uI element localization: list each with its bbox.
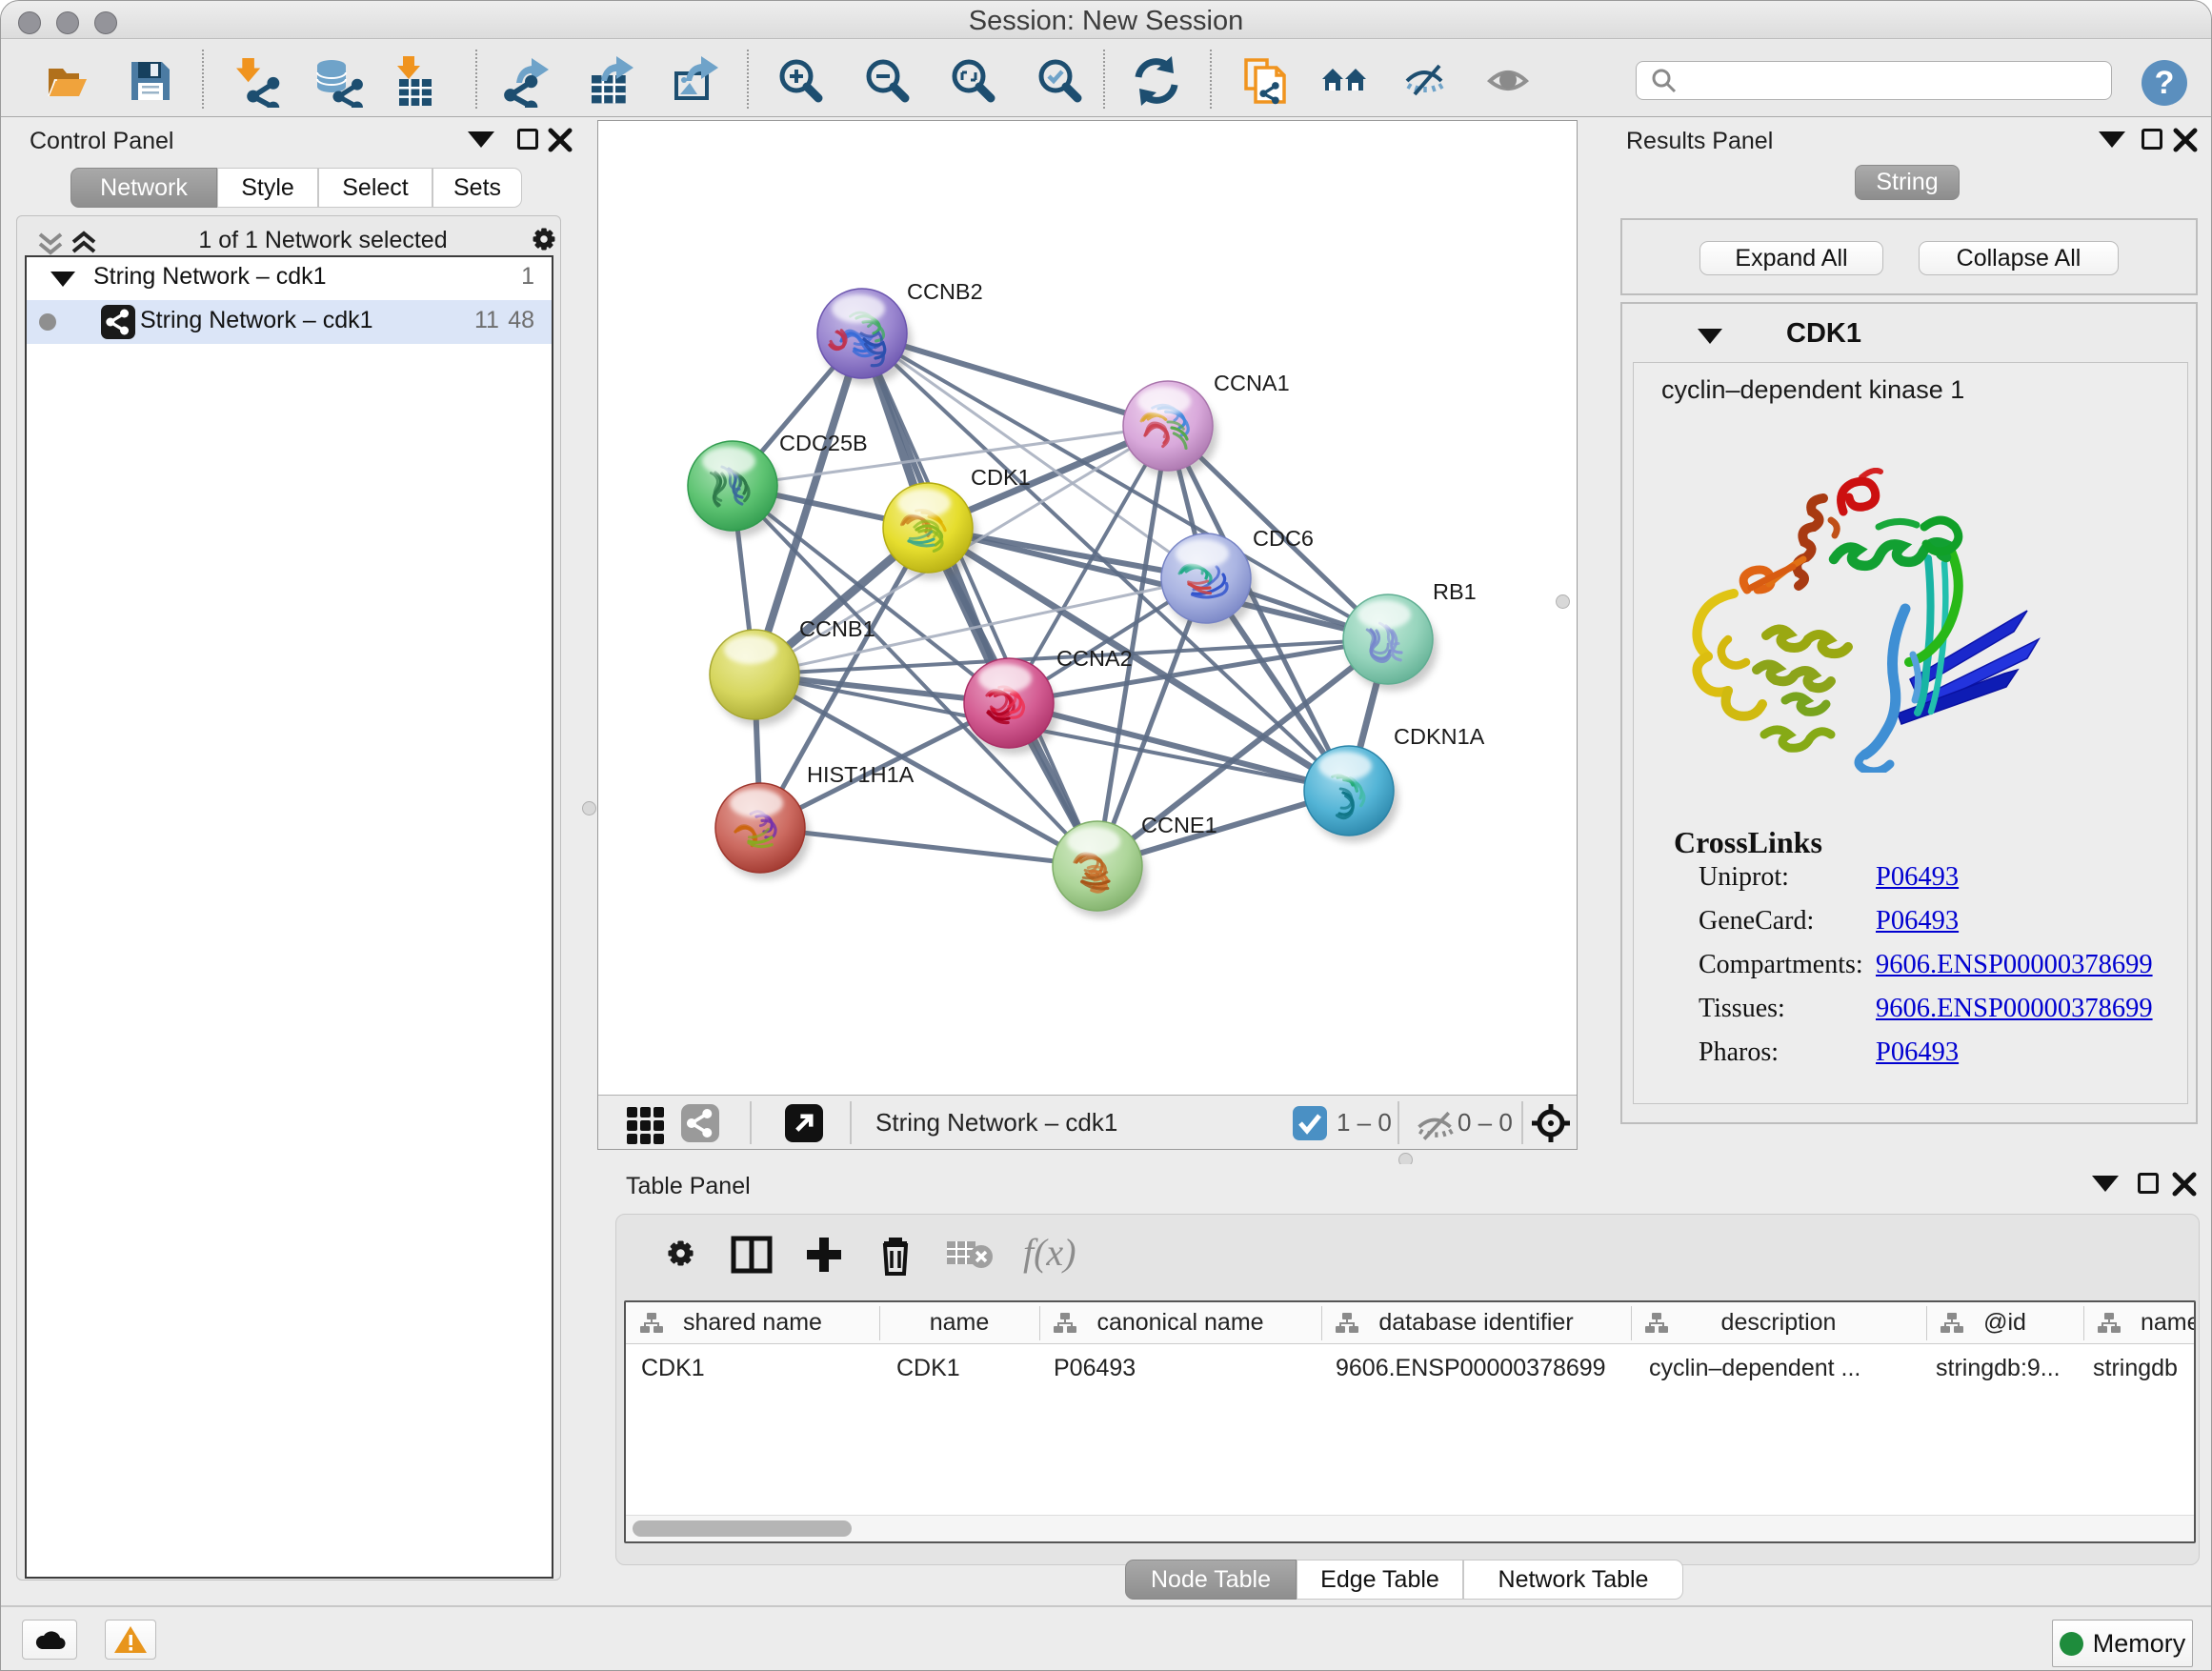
svg-text:CDKN1A: CDKN1A [1394, 724, 1485, 749]
svg-text:CCNE1: CCNE1 [1141, 813, 1217, 837]
svg-text:CCNB2: CCNB2 [907, 279, 983, 304]
svg-text:HIST1H1A: HIST1H1A [807, 762, 915, 787]
svg-text:CCNA2: CCNA2 [1056, 646, 1133, 671]
svg-text:CDC25B: CDC25B [779, 431, 868, 455]
svg-text:CCNA1: CCNA1 [1214, 371, 1290, 395]
svg-text:CDC6: CDC6 [1253, 526, 1314, 551]
svg-text:CDK1: CDK1 [971, 465, 1031, 490]
svg-text:RB1: RB1 [1433, 579, 1477, 604]
svg-text:?: ? [2155, 65, 2175, 101]
svg-text:CCNB1: CCNB1 [799, 616, 875, 641]
